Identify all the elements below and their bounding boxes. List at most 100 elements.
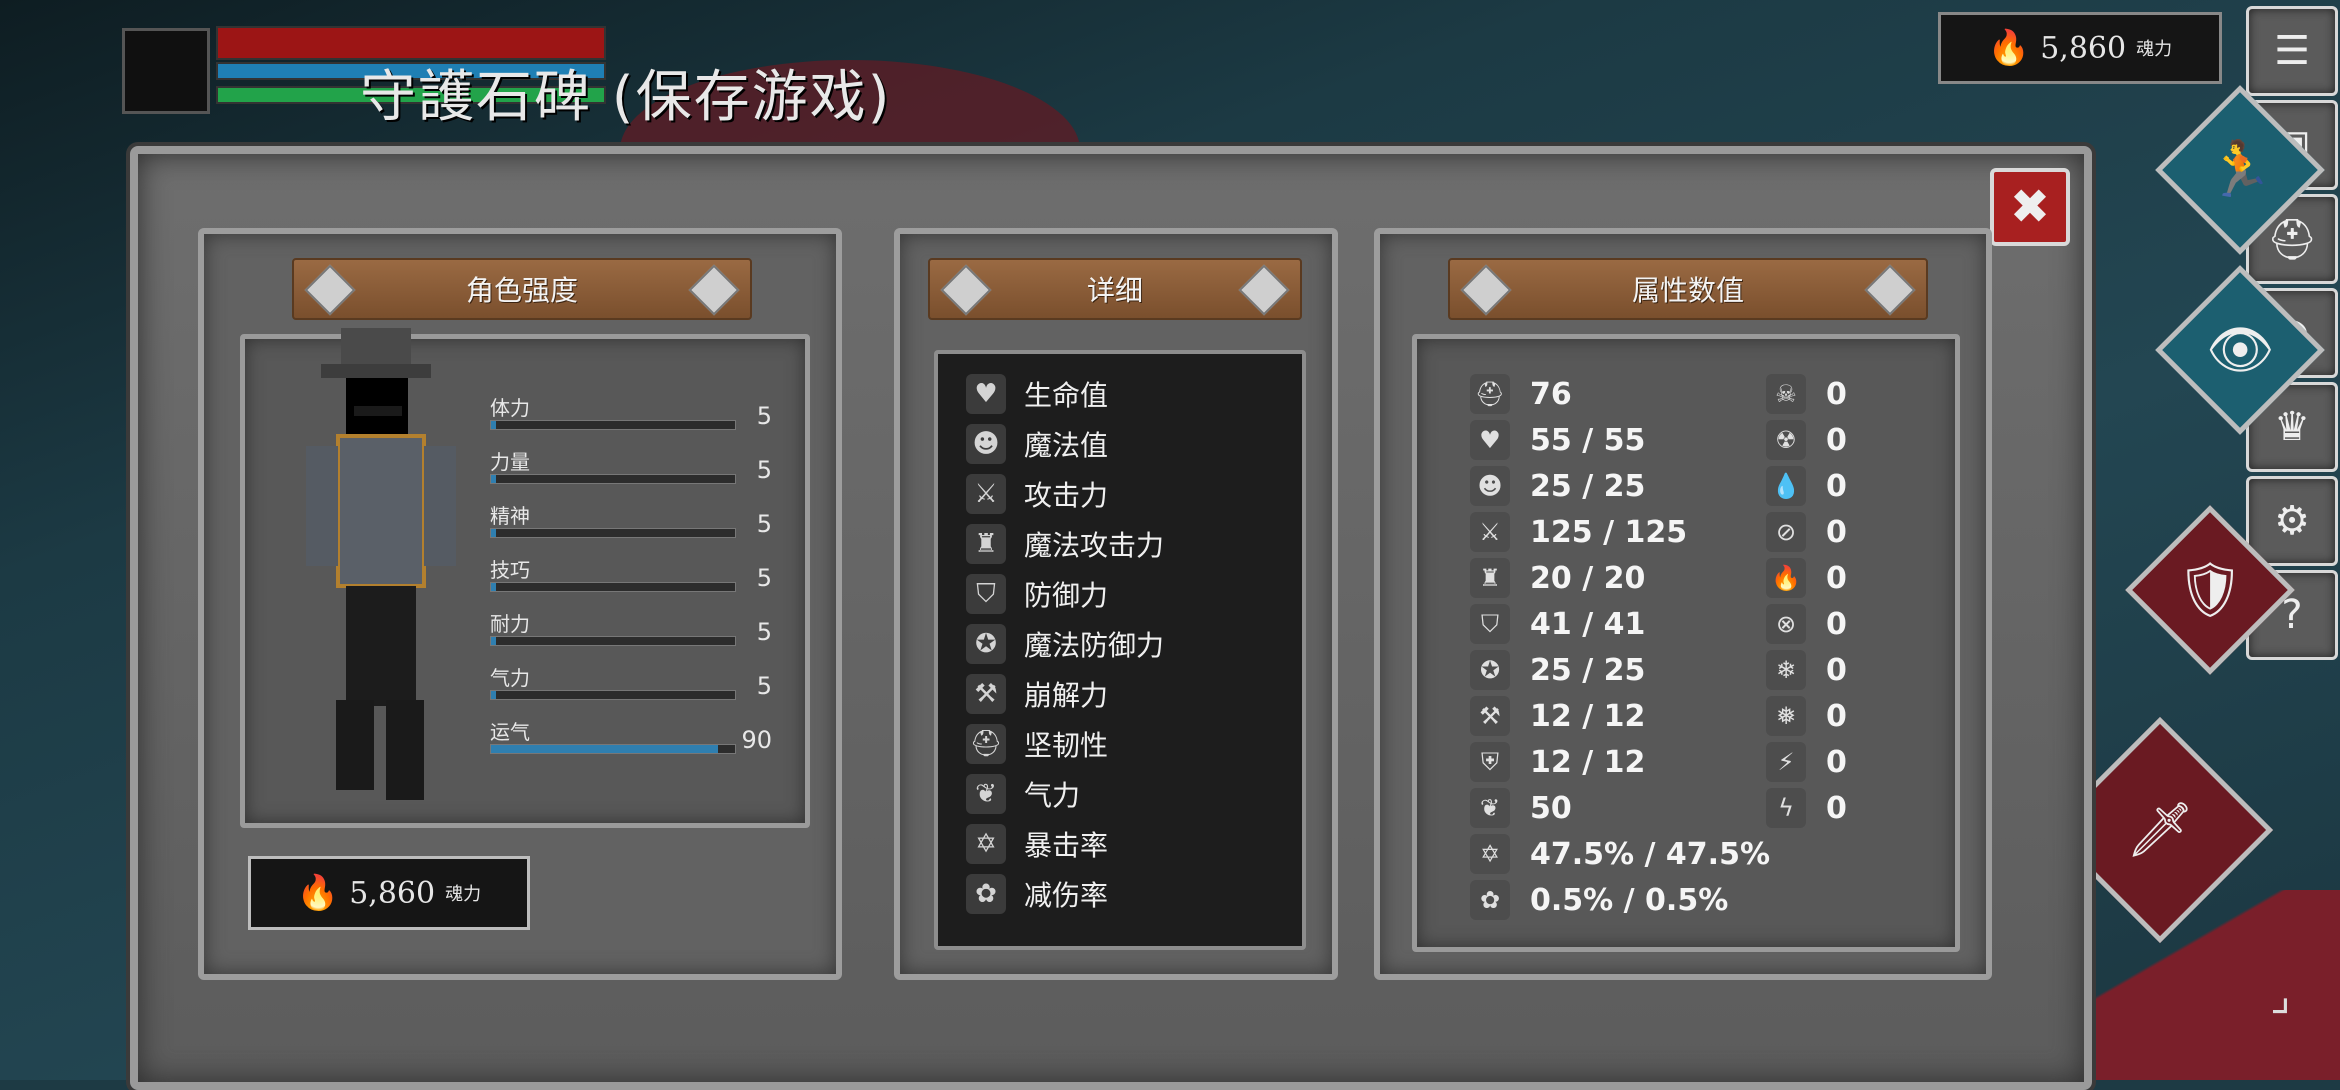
attribute-value: 0 xyxy=(1826,560,1847,596)
stat-label: 气力 xyxy=(490,666,530,690)
stat-fill xyxy=(491,583,496,591)
shield-icon: ⛉ xyxy=(966,574,1006,614)
attribute-row: ⛉ 41 / 41 xyxy=(1470,602,1645,646)
fire-resist-icon: ⊗ xyxy=(1766,604,1806,644)
stat-bar xyxy=(490,636,736,646)
shield-icon: ⛉ xyxy=(1470,604,1510,644)
details-title: 详细 xyxy=(1086,274,1143,307)
attribute-row: ⊗ 0 xyxy=(1766,602,1847,646)
eye-icon: 👁 xyxy=(2205,318,2275,381)
stat-row: 耐力 5 xyxy=(490,608,780,646)
bolt-icon xyxy=(1460,264,1512,316)
attribute-row: ♥ 55 / 55 xyxy=(1470,418,1645,462)
stat-value: 5 xyxy=(756,618,772,646)
attribute-value: 0 xyxy=(1826,744,1847,780)
detail-label: 魔法值 xyxy=(1024,429,1109,462)
detail-label: 气力 xyxy=(1024,779,1081,812)
detail-row-damage-reduction[interactable]: ✿ 减伤率 xyxy=(966,872,1108,916)
soul-unit: 魂力 xyxy=(445,884,482,905)
attribute-value: 0.5% / 0.5% xyxy=(1530,882,1729,918)
blood-icon: 💧 xyxy=(1766,466,1806,506)
detail-row-magic-attack[interactable]: ♜ 魔法攻击力 xyxy=(966,522,1164,566)
attribute-value: 0 xyxy=(1826,652,1847,688)
dagger-icon: 🗡 xyxy=(2125,798,2195,861)
close-button[interactable]: ✖ xyxy=(1990,168,2070,246)
stat-fill xyxy=(491,529,496,537)
damage-reduction-icon: ✿ xyxy=(1470,880,1510,920)
head-icon: ☻ xyxy=(1470,466,1510,506)
damage-reduction-icon: ✿ xyxy=(966,874,1006,914)
blood-resist-icon: ⊘ xyxy=(1766,512,1806,552)
detail-row-health[interactable]: ♥ 生命值 xyxy=(966,372,1108,416)
stat-fill xyxy=(491,691,496,699)
stat-bar xyxy=(490,420,736,430)
menu-button[interactable]: ☰ xyxy=(2246,6,2338,96)
bolt-icon xyxy=(940,264,992,316)
sword-icon: ⚔ xyxy=(1470,512,1510,552)
bolt-icon xyxy=(1864,264,1916,316)
stat-row: 运气 90 xyxy=(490,716,780,754)
player-portrait-slot xyxy=(122,28,210,114)
detail-label: 攻击力 xyxy=(1024,479,1109,512)
attribute-row: ☻ 25 / 25 xyxy=(1470,464,1645,508)
soul-amount: 5,860 xyxy=(2040,30,2127,66)
detail-label: 生命值 xyxy=(1024,379,1109,412)
magic-shield-icon: ✪ xyxy=(966,624,1006,664)
crown-icon: ♛ xyxy=(2274,404,2310,450)
skull-icon: ☠ xyxy=(1766,374,1806,414)
detail-row-magic-defense[interactable]: ✪ 魔法防御力 xyxy=(966,622,1164,666)
break-icon: ⚒ xyxy=(966,674,1006,714)
attribute-value: 0 xyxy=(1826,376,1847,412)
soul-amount: 5,860 xyxy=(349,875,436,911)
lightning-icon: ⚡ xyxy=(1766,742,1806,782)
frost-icon: ❄ xyxy=(1766,650,1806,690)
stat-value: 5 xyxy=(756,510,772,538)
flame-icon: 🔥 xyxy=(1987,28,2031,68)
detail-row-toughness[interactable]: ⛑ 坚韧性 xyxy=(966,722,1108,766)
detail-label: 减伤率 xyxy=(1024,879,1109,912)
heart-icon: ♥ xyxy=(1470,420,1510,460)
detail-row-attack[interactable]: ⚔ 攻击力 xyxy=(966,472,1108,516)
attribute-row: ❦ 50 xyxy=(1470,786,1572,830)
stat-row: 精神 5 xyxy=(490,500,780,538)
stat-bar xyxy=(490,528,736,538)
attribute-row: ✪ 25 / 25 xyxy=(1470,648,1645,692)
stat-row: 技巧 5 xyxy=(490,554,780,592)
critical-icon: ✡ xyxy=(966,824,1006,864)
stat-fill xyxy=(491,421,496,429)
fire-icon: 🔥 xyxy=(1766,558,1806,598)
stat-row: 气力 5 xyxy=(490,662,780,700)
close-icon: ✖ xyxy=(2009,179,2051,235)
attribute-row: ☠ 0 xyxy=(1766,372,1847,416)
detail-row-defense[interactable]: ⛉ 防御力 xyxy=(966,572,1108,616)
stat-bar xyxy=(490,474,736,484)
detail-row-critical[interactable]: ✡ 暴击率 xyxy=(966,822,1108,866)
lightning-resist-icon: ϟ xyxy=(1766,788,1806,828)
toughness-icon: ⛨ xyxy=(1470,742,1510,782)
details-header: 详细 xyxy=(928,258,1302,320)
soul-counter: 🔥 5,860 魂力 xyxy=(1938,12,2222,84)
attribute-row: ✡ 47.5% / 47.5% xyxy=(1470,832,1770,876)
attribute-row: 💧 0 xyxy=(1766,464,1847,508)
attribute-value: 12 / 12 xyxy=(1530,744,1646,780)
resize-icon[interactable]: ⌟ xyxy=(2270,970,2330,1050)
attributes-title: 属性数值 xyxy=(1631,274,1744,307)
settings-button[interactable]: ⚙ xyxy=(2246,476,2338,566)
attribute-row: 🔥 0 xyxy=(1766,556,1847,600)
attribute-value: 47.5% / 47.5% xyxy=(1530,836,1770,872)
stat-value: 5 xyxy=(756,672,772,700)
attribute-value: 0 xyxy=(1826,422,1847,458)
attribute-value: 0 xyxy=(1826,514,1847,550)
detail-row-mana[interactable]: ☻ 魔法值 xyxy=(966,422,1108,466)
attribute-value: 25 / 25 xyxy=(1530,468,1646,504)
detail-row-break[interactable]: ⚒ 崩解力 xyxy=(966,672,1108,716)
character-strength-header: 角色强度 xyxy=(292,258,752,320)
attribute-row: ⊘ 0 xyxy=(1766,510,1847,554)
helmet-icon: ⛑ xyxy=(1470,374,1510,414)
stat-fill xyxy=(491,475,496,483)
attribute-value: 0 xyxy=(1826,468,1847,504)
shield-action-icon: 🛡 xyxy=(2175,558,2245,621)
detail-row-stamina[interactable]: ❦ 气力 xyxy=(966,772,1080,816)
attribute-row: ❄ 0 xyxy=(1766,648,1847,692)
stat-bar xyxy=(490,744,736,754)
